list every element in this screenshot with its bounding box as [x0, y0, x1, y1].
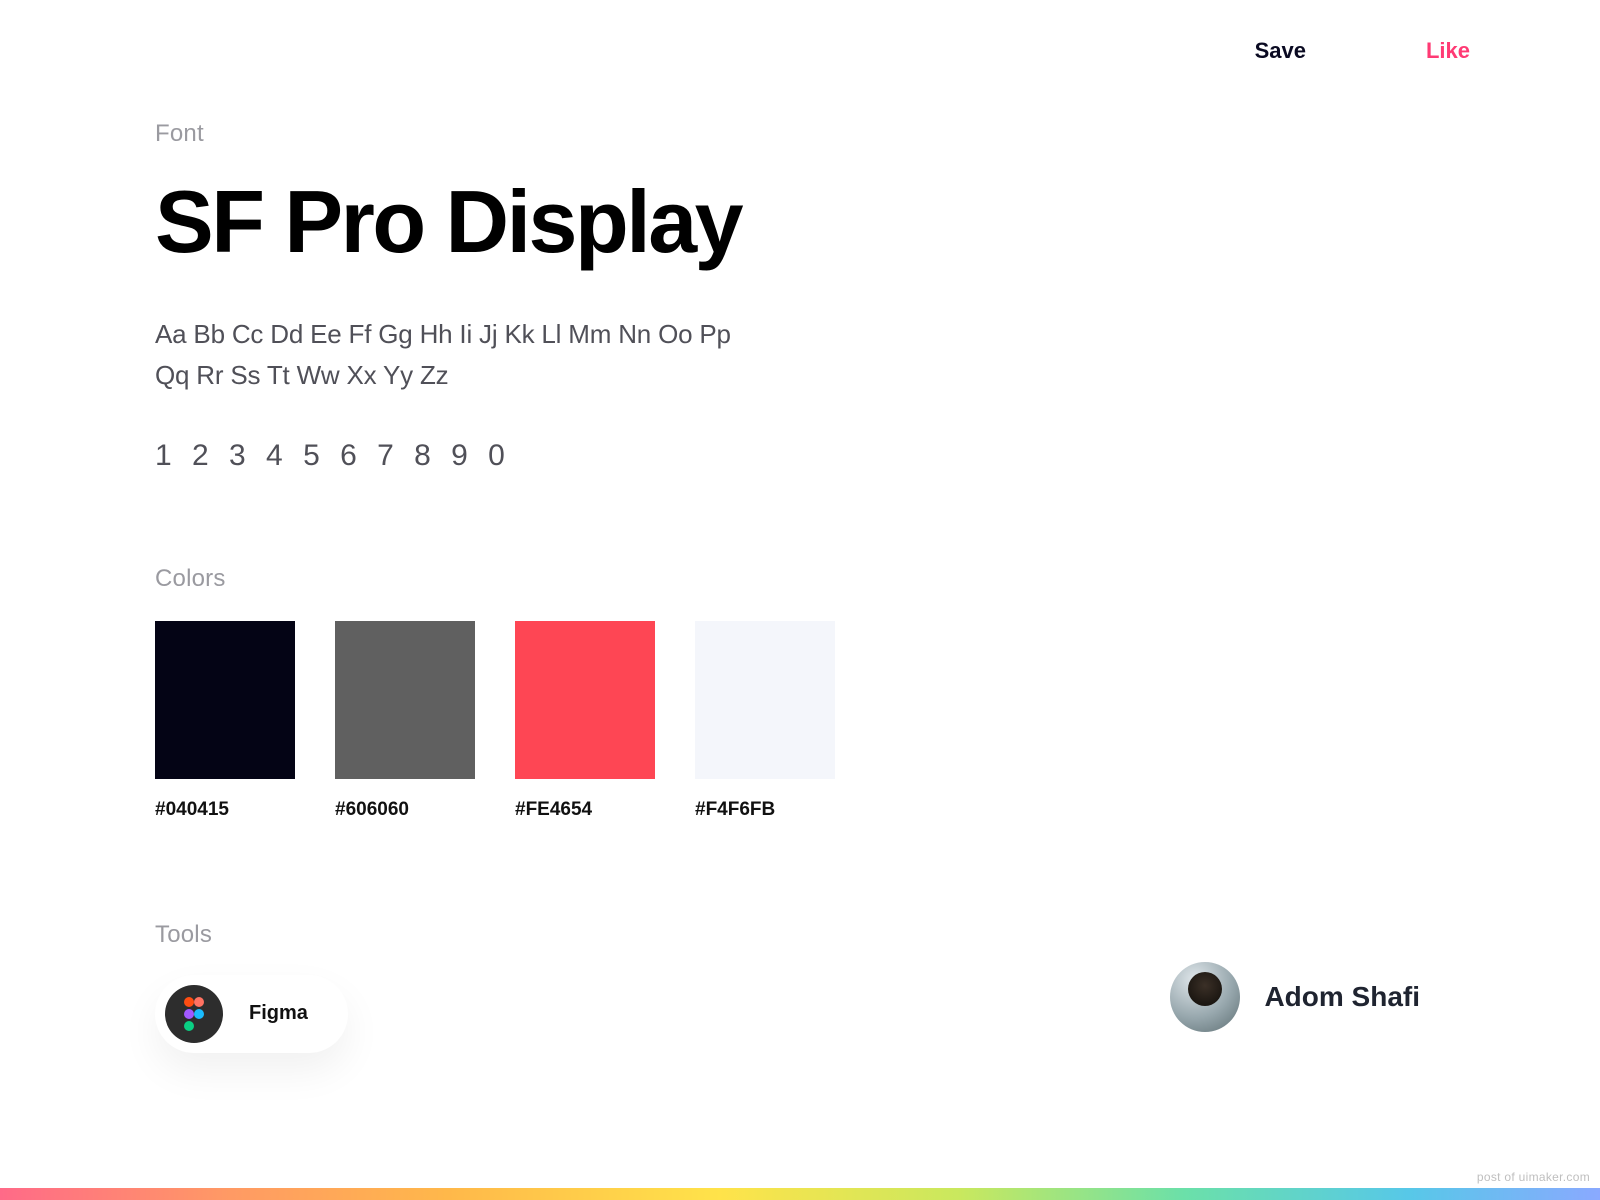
- font-section-label: Font: [155, 120, 1355, 148]
- swatch-label: #F4F6FB: [695, 799, 835, 821]
- footer-gradient-bar: [0, 1188, 1600, 1200]
- swatch-box: [335, 621, 475, 779]
- tool-chip-figma[interactable]: Figma: [155, 975, 348, 1053]
- font-name-title: SF Pro Display: [155, 176, 1355, 268]
- swatch-box: [155, 621, 295, 779]
- font-section: Font SF Pro Display Aa Bb Cc Dd Ee Ff Gg…: [155, 120, 1355, 473]
- swatch-label: #FE4654: [515, 799, 655, 821]
- color-swatch: #040415: [155, 621, 295, 821]
- watermark-text: post of uimaker.com: [1477, 1170, 1590, 1184]
- swatch-label: #606060: [335, 799, 475, 821]
- colors-section: Colors #040415 #606060 #FE4654 #F4F6FB: [155, 565, 1355, 821]
- tool-label: Figma: [249, 1002, 308, 1025]
- swatch-label: #040415: [155, 799, 295, 821]
- font-digits: 1 2 3 4 5 6 7 8 9 0: [155, 439, 1355, 473]
- font-alphabet: Aa Bb Cc Dd Ee Ff Gg Hh Ii Jj Kk Ll Mm N…: [155, 314, 775, 395]
- tools-section-label: Tools: [155, 921, 1355, 949]
- author-badge[interactable]: Adom Shafi: [1170, 962, 1420, 1032]
- figma-icon: [165, 985, 223, 1043]
- avatar: [1170, 962, 1240, 1032]
- main-content: Font SF Pro Display Aa Bb Cc Dd Ee Ff Gg…: [155, 120, 1355, 1053]
- swatch-box: [515, 621, 655, 779]
- color-swatch: #606060: [335, 621, 475, 821]
- color-swatch: #FE4654: [515, 621, 655, 821]
- save-button[interactable]: Save: [1255, 38, 1306, 64]
- topbar: Save Like: [1255, 38, 1470, 64]
- alphabet-line-2: Qq Rr Ss Tt Ww Xx Yy Zz: [155, 360, 448, 390]
- alphabet-line-1: Aa Bb Cc Dd Ee Ff Gg Hh Ii Jj Kk Ll Mm N…: [155, 319, 731, 349]
- swatch-row: #040415 #606060 #FE4654 #F4F6FB: [155, 621, 1355, 821]
- color-swatch: #F4F6FB: [695, 621, 835, 821]
- swatch-box: [695, 621, 835, 779]
- author-name: Adom Shafi: [1264, 981, 1420, 1013]
- like-button[interactable]: Like: [1426, 38, 1470, 64]
- colors-section-label: Colors: [155, 565, 1355, 593]
